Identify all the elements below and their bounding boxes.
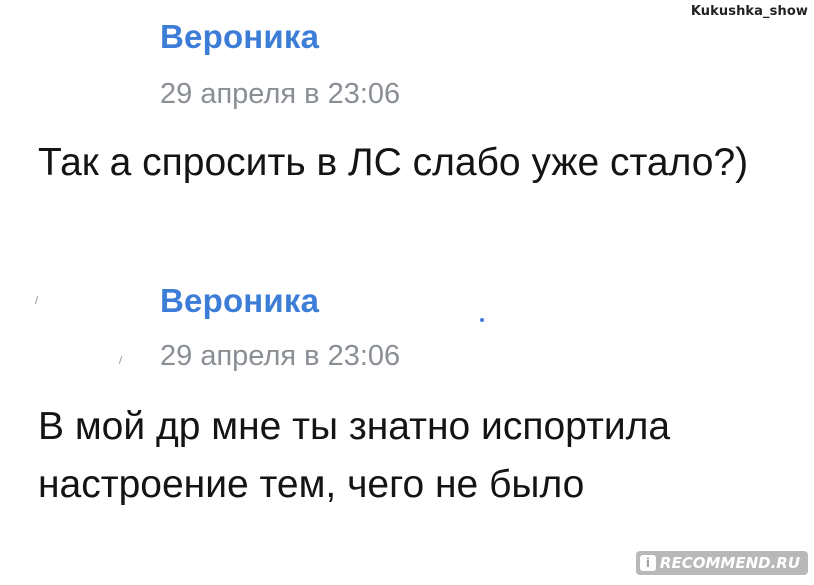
recommend-badge-icon: i bbox=[639, 555, 656, 571]
scratch-mark bbox=[34, 296, 39, 304]
recommend-logo: i RECOMMEND.RU bbox=[635, 551, 808, 575]
message-timestamp: 29 апреля в 23:06 bbox=[160, 78, 401, 110]
message-text: Так а спросить в ЛС слабо уже стало?) bbox=[38, 141, 749, 184]
message-author[interactable]: Вероника bbox=[160, 282, 319, 320]
message-author[interactable]: Вероника bbox=[160, 18, 319, 56]
message-timestamp: 29 апреля в 23:06 bbox=[160, 340, 401, 372]
online-dot-icon bbox=[480, 318, 484, 322]
recommend-logo-text: RECOMMEND.RU bbox=[659, 554, 800, 572]
message-text: В мой др мне ты знатно испортила настрое… bbox=[38, 405, 671, 506]
username-watermark: Kukushka_show bbox=[690, 4, 808, 19]
scratch-mark bbox=[118, 356, 123, 364]
